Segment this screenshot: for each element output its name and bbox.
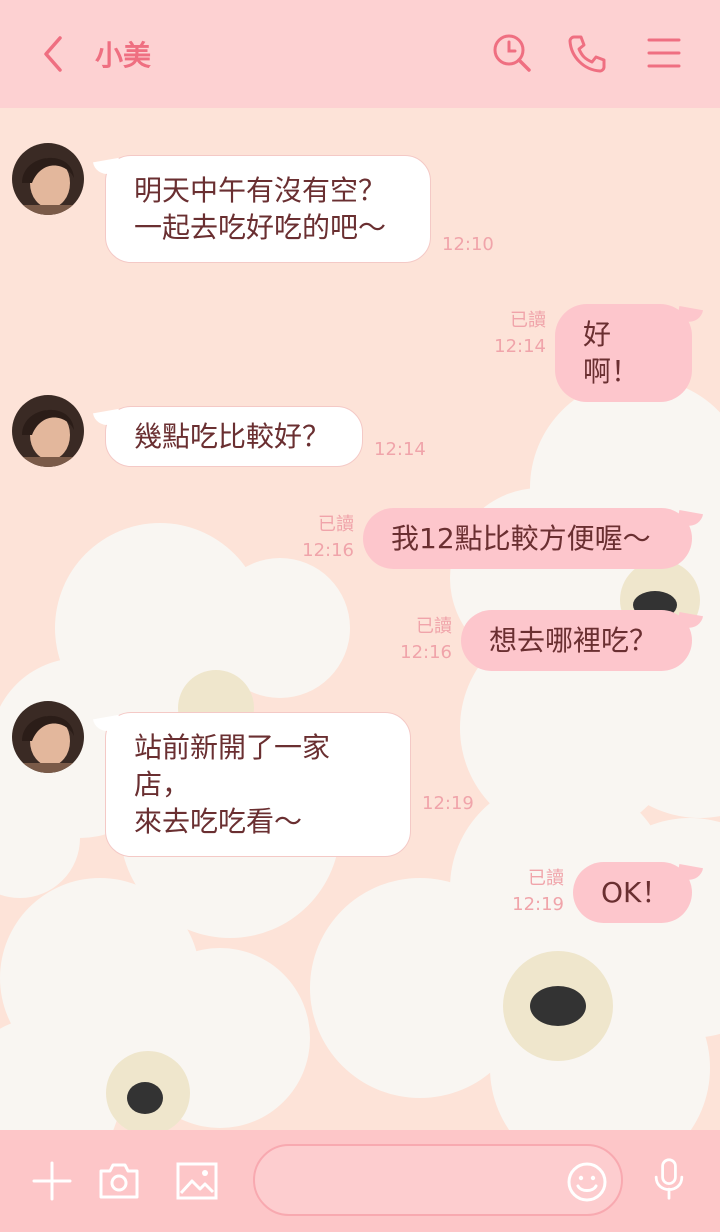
avatar[interactable] [12, 143, 84, 215]
message-text: 站前新開了一家店， [134, 731, 331, 801]
search-clock-icon[interactable] [491, 32, 533, 74]
message-text: 一起去吃好吃的吧～ [134, 211, 387, 244]
message-time: 12:16 [400, 642, 452, 663]
plus-icon[interactable] [30, 1159, 74, 1203]
message-text: 好啊！ [583, 318, 640, 388]
message-bubble-outgoing[interactable]: OK！ [573, 862, 692, 923]
message-text: 想去哪裡吃？ [489, 624, 658, 657]
message-bubble-incoming[interactable]: 明天中午有沒有空？ 一起去吃好吃的吧～ [105, 155, 431, 263]
message-meta: 已讀 12:14 [490, 308, 546, 360]
avatar-photo [12, 701, 84, 773]
message-meta: 已讀 12:16 [396, 614, 452, 666]
message-time: 12:19 [422, 793, 474, 814]
chevron-left-icon[interactable] [34, 32, 74, 76]
read-status: 已讀 [416, 616, 452, 637]
message-time: 12:16 [302, 540, 354, 561]
message-bubble-outgoing[interactable]: 想去哪裡吃？ [461, 610, 692, 671]
avatar[interactable] [12, 701, 84, 773]
microphone-icon[interactable] [647, 1157, 691, 1201]
message-text: 來去吃吃看～ [134, 805, 303, 838]
message-meta: 已讀 12:16 [298, 512, 354, 564]
message-text: 我12點比較方便喔～ [391, 522, 651, 555]
avatar-photo [12, 395, 84, 467]
message-bubble-outgoing[interactable]: 好啊！ [555, 304, 692, 402]
read-status: 已讀 [510, 310, 546, 331]
chat-header: 小美 [0, 0, 720, 108]
message-bubble-outgoing[interactable]: 我12點比較方便喔～ [363, 508, 692, 569]
message-time: 12:14 [494, 336, 546, 357]
message-text: 明天中午有沒有空？ [134, 174, 387, 207]
read-status: 已讀 [528, 868, 564, 889]
message-time: 12:19 [512, 894, 564, 915]
message-text: OK！ [601, 876, 670, 909]
phone-icon[interactable] [566, 32, 608, 74]
chat-title: 小美 [95, 39, 152, 72]
composer-bar [0, 1130, 720, 1232]
avatar[interactable] [12, 395, 84, 467]
avatar-photo [12, 143, 84, 215]
message-meta: 已讀 12:19 [508, 866, 564, 918]
camera-icon[interactable] [97, 1159, 141, 1203]
message-bubble-incoming[interactable]: 幾點吃比較好？ [105, 406, 363, 467]
menu-icon[interactable] [643, 32, 685, 74]
message-time: 12:10 [442, 234, 494, 255]
smiley-icon[interactable] [565, 1160, 609, 1204]
chat-area[interactable]: 明天中午有沒有空？ 一起去吃好吃的吧～ 12:10 已讀 12:14 好啊！ 幾… [0, 108, 720, 1130]
message-text: 幾點吃比較好？ [134, 420, 331, 453]
message-bubble-incoming[interactable]: 站前新開了一家店， 來去吃吃看～ [105, 712, 411, 857]
message-time: 12:14 [374, 439, 426, 460]
read-status: 已讀 [318, 514, 354, 535]
image-icon[interactable] [175, 1159, 219, 1203]
